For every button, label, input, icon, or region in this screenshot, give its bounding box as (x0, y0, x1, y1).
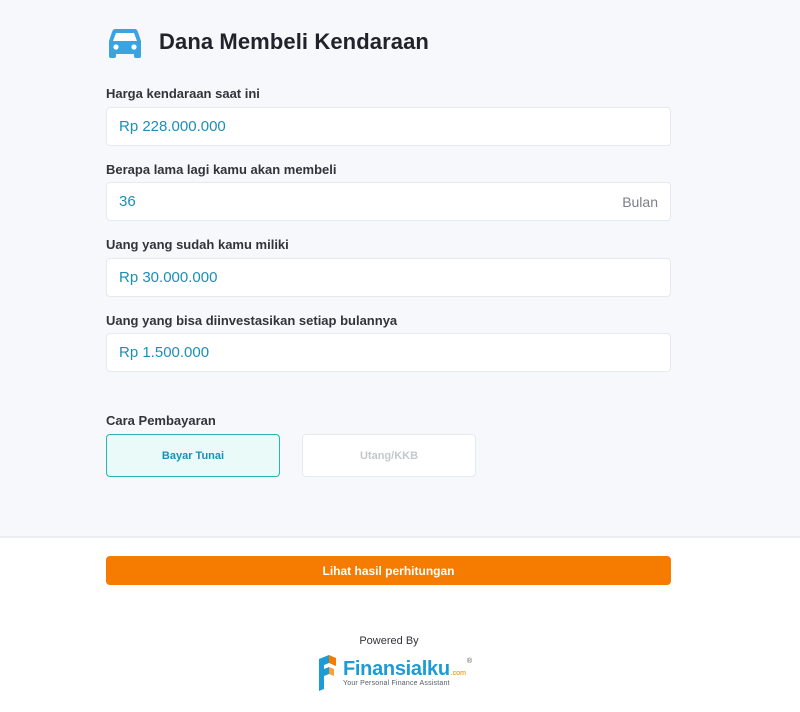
months-unit-suffix: Bulan (622, 193, 658, 210)
brand-tagline: Your Personal Finance Assistant (343, 679, 450, 687)
monthly-investment-label: Uang yang bisa diinvestasikan setiap bul… (106, 313, 398, 328)
vehicle-price-input[interactable]: Rp 228.000.000 (106, 107, 671, 146)
car-icon (109, 29, 141, 58)
monthly-investment-value: Rp 1.500.000 (119, 344, 210, 361)
finansialku-logo-icon (319, 655, 336, 691)
finansialku-logo[interactable]: Finansialku .com ® Your Personal Finance… (316, 651, 472, 693)
powered-by-text: Powered By (359, 635, 419, 647)
months-to-buy-value: 36 (119, 193, 136, 210)
pay-cash-option[interactable]: Bayar Tunai (106, 434, 280, 477)
section-divider (0, 536, 800, 538)
vehicle-price-value: Rp 228.000.000 (119, 118, 226, 135)
monthly-investment-input[interactable]: Rp 1.500.000 (106, 333, 671, 372)
brand-domain: .com (450, 669, 466, 677)
current-savings-value: Rp 30.000.000 (119, 269, 218, 286)
vehicle-price-label: Harga kendaraan saat ini (106, 86, 260, 101)
payment-method-label: Cara Pembayaran (106, 413, 216, 428)
months-to-buy-label: Berapa lama lagi kamu akan membeli (106, 162, 337, 177)
page-header: Dana Membeli Kendaraan (106, 22, 429, 62)
months-to-buy-input[interactable]: 36 Bulan (106, 182, 671, 221)
current-savings-input[interactable]: Rp 30.000.000 (106, 258, 671, 297)
calculate-button[interactable]: Lihat hasil perhitungan (106, 556, 671, 585)
page-title: Dana Membeli Kendaraan (159, 29, 429, 54)
current-savings-label: Uang yang sudah kamu miliki (106, 237, 289, 252)
registered-mark: ® (466, 657, 473, 665)
brand-name: Finansialku (343, 657, 450, 680)
pay-loan-option[interactable]: Utang/KKB (302, 434, 476, 477)
